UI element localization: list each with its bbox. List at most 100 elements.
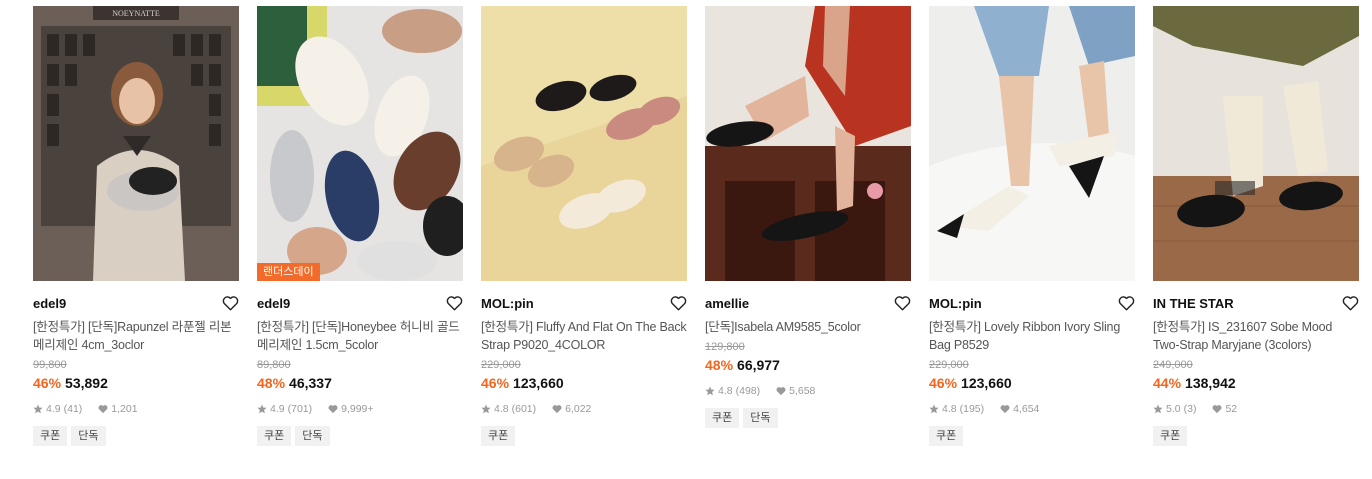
discount-rate: 48% bbox=[705, 357, 734, 373]
price-row: 44% 138,942 bbox=[1153, 375, 1359, 392]
star-icon bbox=[257, 404, 267, 414]
discount-rate: 46% bbox=[481, 375, 510, 391]
sale-price: 123,660 bbox=[961, 375, 1012, 391]
price-row: 46% 53,892 bbox=[33, 375, 239, 392]
rating: 4.9 bbox=[46, 403, 61, 415]
sale-price: 138,942 bbox=[1185, 375, 1236, 391]
rating: 4.8 bbox=[494, 403, 509, 415]
brand-name[interactable]: edel9 bbox=[33, 296, 66, 311]
product-title[interactable]: [한정특가] Fluffy And Flat On The Back Strap… bbox=[481, 318, 687, 354]
review-meta: 4.8 (195) 4,654 bbox=[929, 402, 1135, 416]
heart-icon bbox=[1000, 405, 1010, 414]
product-title[interactable]: [한정특가] IS_231607 Sobe Mood Two-Strap Mar… bbox=[1153, 318, 1359, 354]
brand-name[interactable]: amellie bbox=[705, 296, 749, 311]
discount-rate: 48% bbox=[257, 375, 286, 391]
tag-list: 쿠폰 bbox=[929, 426, 1135, 446]
coupon-tag: 쿠폰 bbox=[481, 426, 516, 446]
star-icon bbox=[1153, 404, 1163, 414]
wishlist-heart-icon[interactable] bbox=[221, 294, 239, 312]
product-image[interactable] bbox=[1153, 6, 1359, 281]
sale-price: 46,337 bbox=[289, 375, 332, 391]
product-card[interactable]: NOEYNATTE edel9 [한정특가] [단독]Rapunzel 라푼젤 … bbox=[33, 6, 239, 446]
like-count: 1,201 bbox=[111, 403, 138, 415]
original-price: 89,800 bbox=[257, 359, 291, 371]
star-icon bbox=[481, 404, 491, 414]
sale-price: 66,977 bbox=[737, 357, 780, 373]
rating: 5.0 bbox=[1166, 403, 1181, 415]
heart-icon bbox=[98, 405, 108, 414]
product-title[interactable]: [한정특가] Lovely Ribbon Ivory Sling Bag P85… bbox=[929, 318, 1135, 354]
tag-list: 쿠폰 단독 bbox=[33, 426, 239, 446]
original-price: 229,000 bbox=[929, 359, 969, 371]
product-card[interactable]: IN THE STAR [한정특가] IS_231607 Sobe Mood T… bbox=[1153, 6, 1359, 446]
tag-list: 쿠폰 단독 bbox=[257, 426, 463, 446]
wishlist-heart-icon[interactable] bbox=[669, 294, 687, 312]
product-grid: NOEYNATTE edel9 [한정특가] [단독]Rapunzel 라푼젤 … bbox=[33, 6, 1359, 446]
coupon-tag: 쿠폰 bbox=[929, 426, 964, 446]
image-sign-text: NOEYNATTE bbox=[112, 9, 160, 18]
price-row: 48% 66,977 bbox=[705, 357, 911, 374]
product-card[interactable]: MOL:pin [한정특가] Fluffy And Flat On The Ba… bbox=[481, 6, 687, 446]
sale-price: 53,892 bbox=[65, 375, 108, 391]
coupon-tag: 쿠폰 bbox=[705, 408, 740, 428]
review-count: (195) bbox=[959, 403, 985, 415]
brand-name[interactable]: MOL:pin bbox=[929, 296, 982, 311]
product-image[interactable]: 랜더스데이 bbox=[257, 6, 463, 281]
wishlist-heart-icon[interactable] bbox=[893, 294, 911, 312]
tag-list: 쿠폰 bbox=[1153, 426, 1359, 446]
product-title[interactable]: [한정특가] [단독]Rapunzel 라푼젤 리본 메리제인 4cm_3ocl… bbox=[33, 318, 239, 354]
original-price: 129,800 bbox=[705, 341, 745, 353]
coupon-tag: 쿠폰 bbox=[33, 426, 68, 446]
wishlist-heart-icon[interactable] bbox=[1117, 294, 1135, 312]
original-price: 229,000 bbox=[481, 359, 521, 371]
like-count: 52 bbox=[1225, 403, 1238, 415]
review-meta: 4.8 (601) 6,022 bbox=[481, 402, 687, 416]
wishlist-heart-icon[interactable] bbox=[1341, 294, 1359, 312]
product-card[interactable]: 랜더스데이 edel9 [한정특가] [단독]Honeybee 허니비 골드 메… bbox=[257, 6, 463, 446]
review-count: (498) bbox=[735, 385, 761, 397]
original-price: 249,000 bbox=[1153, 359, 1193, 371]
heart-icon bbox=[776, 387, 786, 396]
review-meta: 5.0 (3) 52 bbox=[1153, 402, 1359, 416]
brand-name[interactable]: IN THE STAR bbox=[1153, 296, 1234, 311]
product-image[interactable] bbox=[929, 6, 1135, 281]
discount-rate: 44% bbox=[1153, 375, 1182, 391]
price-row: 46% 123,660 bbox=[929, 375, 1135, 392]
review-count: (41) bbox=[63, 403, 83, 415]
product-title[interactable]: [단독]Isabela AM9585_5color bbox=[705, 318, 911, 336]
tag-list: 쿠폰 단독 bbox=[705, 408, 911, 428]
like-count: 6,022 bbox=[565, 403, 592, 415]
review-count: (3) bbox=[1183, 403, 1197, 415]
product-image[interactable] bbox=[481, 6, 687, 281]
discount-rate: 46% bbox=[929, 375, 958, 391]
tag-list: 쿠폰 bbox=[481, 426, 687, 446]
product-image[interactable] bbox=[705, 6, 911, 281]
price-row: 48% 46,337 bbox=[257, 375, 463, 392]
wishlist-heart-icon[interactable] bbox=[445, 294, 463, 312]
like-count: 9,999+ bbox=[341, 403, 374, 415]
star-icon bbox=[929, 404, 939, 414]
rating: 4.9 bbox=[270, 403, 285, 415]
product-card[interactable]: MOL:pin [한정특가] Lovely Ribbon Ivory Sling… bbox=[929, 6, 1135, 446]
price-row: 46% 123,660 bbox=[481, 375, 687, 392]
review-count: (701) bbox=[287, 403, 313, 415]
heart-icon bbox=[328, 405, 338, 414]
exclusive-tag: 단독 bbox=[295, 426, 330, 446]
promo-badge: 랜더스데이 bbox=[257, 263, 320, 281]
review-count: (601) bbox=[511, 403, 537, 415]
brand-name[interactable]: MOL:pin bbox=[481, 296, 534, 311]
product-card[interactable]: amellie [단독]Isabela AM9585_5color 129,80… bbox=[705, 6, 911, 446]
review-meta: 4.8 (498) 5,658 bbox=[705, 384, 911, 398]
review-meta: 4.9 (41) 1,201 bbox=[33, 402, 239, 416]
star-icon bbox=[33, 404, 43, 414]
heart-icon bbox=[1212, 405, 1222, 414]
original-price: 99,800 bbox=[33, 359, 67, 371]
product-title[interactable]: [한정특가] [단독]Honeybee 허니비 골드 메리제인 1.5cm_5c… bbox=[257, 318, 463, 354]
brand-name[interactable]: edel9 bbox=[257, 296, 290, 311]
product-image[interactable]: NOEYNATTE bbox=[33, 6, 239, 281]
coupon-tag: 쿠폰 bbox=[1153, 426, 1188, 446]
like-count: 5,658 bbox=[789, 385, 816, 397]
exclusive-tag: 단독 bbox=[71, 426, 106, 446]
rating: 4.8 bbox=[942, 403, 957, 415]
discount-rate: 46% bbox=[33, 375, 62, 391]
